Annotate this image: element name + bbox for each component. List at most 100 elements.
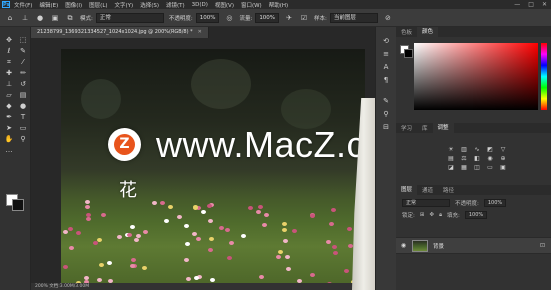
levels-icon[interactable]: ▥ bbox=[459, 146, 469, 153]
close-window-button[interactable]: ✕ bbox=[542, 1, 547, 8]
menu-help[interactable]: 帮助(H) bbox=[269, 1, 288, 9]
brush-settings-icon[interactable]: ▣ bbox=[50, 13, 60, 23]
sample-select[interactable]: 当前图层 bbox=[329, 12, 378, 23]
tab-learn[interactable]: 学习 bbox=[396, 124, 417, 132]
flow-field[interactable]: 100% bbox=[255, 12, 280, 23]
clone-source-panel-icon[interactable]: ⚲ bbox=[376, 108, 396, 121]
black-white-icon[interactable]: ◧ bbox=[472, 155, 482, 162]
invert-icon[interactable]: ◪ bbox=[446, 164, 456, 171]
color-balance-icon[interactable]: ⚖ bbox=[459, 155, 469, 162]
clone-source-icon[interactable]: ⧉ bbox=[65, 13, 75, 23]
type-icon[interactable]: T bbox=[17, 112, 29, 122]
character-icon[interactable]: A bbox=[376, 61, 396, 74]
lock-position-icon[interactable]: ✥ bbox=[429, 212, 434, 218]
threshold-icon[interactable]: ◫ bbox=[472, 164, 482, 171]
menu-file[interactable]: 文件(F) bbox=[14, 1, 32, 9]
aligned-checkbox[interactable]: ☑ bbox=[299, 13, 309, 23]
hue-saturation-icon[interactable]: ▤ bbox=[446, 155, 456, 162]
menu-view[interactable]: 视图(V) bbox=[215, 1, 234, 9]
background-color-swatch[interactable] bbox=[12, 199, 24, 211]
brightness-icon[interactable]: ☀ bbox=[446, 146, 456, 153]
tab-adjustments[interactable]: 调整 bbox=[432, 123, 454, 133]
document-tab[interactable]: 21238799_1369321334527_1024x1024.jpg @ 2… bbox=[31, 27, 209, 38]
menu-edit[interactable]: 编辑(E) bbox=[39, 1, 58, 9]
properties-icon[interactable]: ≡ bbox=[376, 48, 396, 61]
blur-icon[interactable]: ◆ bbox=[3, 101, 15, 111]
minimize-button[interactable]: — bbox=[514, 1, 520, 8]
paragraph-icon[interactable]: ¶ bbox=[376, 74, 396, 87]
color-panel-tabs: 色板 颜色 bbox=[396, 27, 551, 37]
stamp-icon[interactable]: ⊥ bbox=[3, 79, 15, 89]
image-canvas[interactable] bbox=[61, 49, 365, 290]
tool-preset-icon[interactable]: ⊟ bbox=[376, 121, 396, 134]
selective-color-icon[interactable]: ▣ bbox=[498, 164, 508, 171]
menu-layer[interactable]: 图层(L) bbox=[89, 1, 107, 9]
lasso-icon[interactable]: ℓ bbox=[3, 46, 15, 56]
menu-image[interactable]: 图像(I) bbox=[65, 1, 82, 9]
posterize-icon[interactable]: ▦ bbox=[459, 164, 469, 171]
lock-pixels-icon[interactable]: ⊞ bbox=[420, 212, 425, 218]
marquee-icon[interactable]: ⬚ bbox=[17, 35, 29, 45]
eyedropper-icon[interactable]: ⁄ bbox=[17, 57, 29, 67]
gradient-icon[interactable]: ▤ bbox=[17, 90, 29, 100]
close-tab-icon[interactable]: ✕ bbox=[198, 29, 202, 35]
move-icon[interactable]: ✥ bbox=[3, 35, 15, 45]
quick-select-icon[interactable]: ✎ bbox=[17, 46, 29, 56]
channel-mixer-icon[interactable]: ⊕ bbox=[498, 155, 508, 162]
tab-color[interactable]: 颜色 bbox=[417, 27, 439, 37]
crop-icon[interactable]: ⌗ bbox=[3, 57, 15, 67]
color-panel-background[interactable] bbox=[404, 49, 413, 58]
home-icon[interactable]: ⌂ bbox=[5, 13, 15, 23]
history-brush-icon[interactable]: ↺ bbox=[17, 79, 29, 89]
pressure-opacity-icon[interactable]: ◎ bbox=[224, 13, 234, 23]
curves-icon[interactable]: ∿ bbox=[472, 146, 482, 153]
brush-icon[interactable]: ✏ bbox=[17, 68, 29, 78]
pen-icon[interactable]: ✒ bbox=[3, 112, 15, 122]
dodge-icon[interactable]: ● bbox=[17, 101, 29, 111]
menu-select[interactable]: 选择(S) bbox=[140, 1, 159, 9]
tab-swatches[interactable]: 色板 bbox=[396, 28, 417, 36]
more-icon[interactable]: … bbox=[3, 145, 15, 155]
opacity-field[interactable]: 100% bbox=[195, 12, 220, 23]
brush-preset-icon[interactable]: ● bbox=[35, 13, 45, 23]
gradient-map-icon[interactable]: ▭ bbox=[485, 164, 495, 171]
eraser-icon[interactable]: ▱ bbox=[3, 90, 15, 100]
flower bbox=[130, 225, 135, 229]
mode-select[interactable]: 正常 bbox=[95, 12, 164, 23]
stamp-tool-icon[interactable]: ⊥ bbox=[20, 13, 30, 23]
zoom-icon[interactable]: ⚲ bbox=[17, 134, 29, 144]
menu-type[interactable]: 文字(Y) bbox=[115, 1, 134, 9]
menu-3d[interactable]: 3D(D) bbox=[192, 2, 208, 8]
flower bbox=[347, 227, 352, 231]
flower bbox=[152, 201, 157, 205]
history-icon[interactable]: ⟲ bbox=[376, 35, 396, 48]
menu-window[interactable]: 窗口(W) bbox=[241, 1, 262, 9]
menu-filter[interactable]: 滤镜(T) bbox=[166, 1, 185, 9]
tab-libraries[interactable]: 库 bbox=[417, 124, 433, 132]
menu-bar: Ps 文件(F) 编辑(E) 图像(I) 图层(L) 文字(Y) 选择(S) 滤… bbox=[0, 0, 551, 9]
ignore-adjustment-icon[interactable]: ⊘ bbox=[383, 13, 393, 23]
healing-icon[interactable]: ✚ bbox=[3, 68, 15, 78]
tab-layers[interactable]: 图层 bbox=[396, 185, 418, 195]
eye-icon[interactable]: ◉ bbox=[399, 242, 408, 249]
layer-row-background[interactable]: ◉ 背景 ⊡ bbox=[396, 237, 551, 254]
shape-icon[interactable]: ▭ bbox=[17, 123, 29, 133]
photo-filter-icon[interactable]: ◉ bbox=[485, 155, 495, 162]
hand-icon[interactable]: ✋ bbox=[3, 134, 15, 144]
brush-panel-icon[interactable]: ✎ bbox=[376, 95, 396, 108]
airbrush-icon[interactable]: ✈ bbox=[284, 13, 294, 23]
vibrance-icon[interactable]: ▽ bbox=[498, 146, 508, 153]
blend-mode-select[interactable]: 正常 bbox=[402, 199, 450, 207]
hue-slider[interactable] bbox=[541, 43, 547, 110]
flower bbox=[85, 205, 90, 209]
flower bbox=[107, 261, 112, 265]
color-picker-field[interactable] bbox=[414, 43, 538, 110]
path-select-icon[interactable]: ➤ bbox=[3, 123, 15, 133]
layer-opacity-field[interactable]: 100% bbox=[483, 199, 507, 207]
lock-all-icon[interactable]: 🔒︎ bbox=[439, 212, 442, 219]
fill-field[interactable]: 100% bbox=[464, 211, 488, 219]
tab-paths[interactable]: 路径 bbox=[438, 186, 459, 194]
maximize-button[interactable]: □ bbox=[528, 1, 534, 8]
tab-channels[interactable]: 通道 bbox=[417, 186, 438, 194]
exposure-icon[interactable]: ◩ bbox=[485, 146, 495, 153]
